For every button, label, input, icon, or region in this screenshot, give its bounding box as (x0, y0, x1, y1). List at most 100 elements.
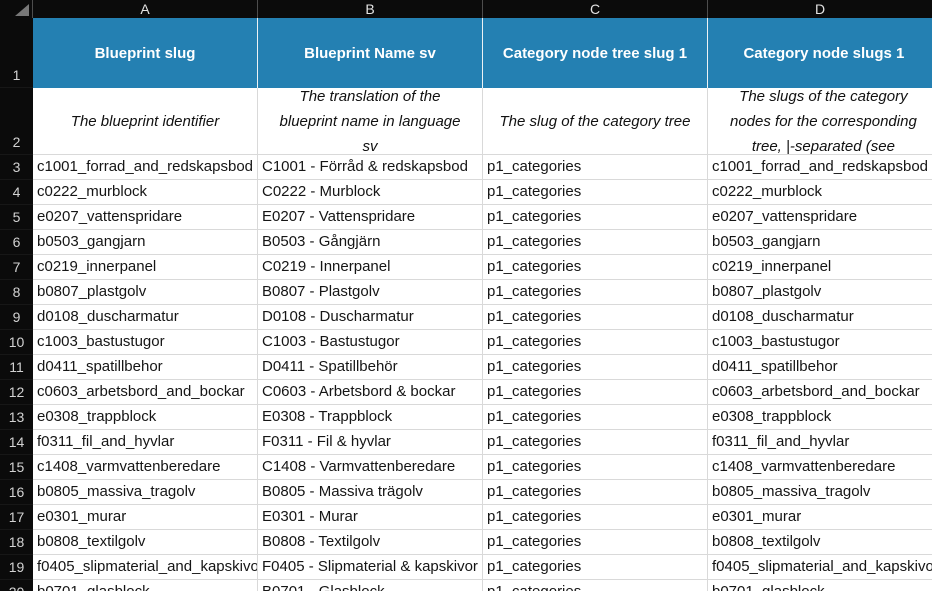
cell-B14[interactable]: F0311 - Fil & hyvlar (258, 430, 483, 455)
cell-B5[interactable]: E0207 - Vattenspridare (258, 205, 483, 230)
cell-D19[interactable]: f0405_slipmaterial_and_kapskivor (708, 555, 932, 580)
cell-A17[interactable]: e0301_murar (33, 505, 258, 530)
cell-C14[interactable]: p1_categories (483, 430, 708, 455)
cell-B20[interactable]: B0701 - Glasblock (258, 580, 483, 591)
cell-B15[interactable]: C1408 - Varmvattenberedare (258, 455, 483, 480)
row-header-16[interactable]: 16 (0, 480, 33, 505)
row-header-9[interactable]: 9 (0, 305, 33, 330)
cell-C5[interactable]: p1_categories (483, 205, 708, 230)
cell-D3[interactable]: c1001_forrad_and_redskapsbod (708, 155, 932, 180)
cell-D7[interactable]: c0219_innerpanel (708, 255, 932, 280)
row-header-4[interactable]: 4 (0, 180, 33, 205)
cell-A20[interactable]: b0701_glasblock (33, 580, 258, 591)
cell-B13[interactable]: E0308 - Trappblock (258, 405, 483, 430)
row-header-2[interactable]: 2 (0, 88, 33, 155)
cell-B19[interactable]: F0405 - Slipmaterial & kapskivor (258, 555, 483, 580)
cell-B2[interactable]: The translation of the blueprint name in… (258, 88, 483, 155)
cell-A12[interactable]: c0603_arbetsbord_and_bockar (33, 380, 258, 405)
cell-A13[interactable]: e0308_trappblock (33, 405, 258, 430)
cell-D4[interactable]: c0222_murblock (708, 180, 932, 205)
cell-C3[interactable]: p1_categories (483, 155, 708, 180)
row-header-8[interactable]: 8 (0, 280, 33, 305)
cell-A5[interactable]: e0207_vattenspridare (33, 205, 258, 230)
cell-D20[interactable]: b0701_glasblock (708, 580, 932, 591)
cell-C10[interactable]: p1_categories (483, 330, 708, 355)
column-header-D[interactable]: D (708, 0, 932, 18)
row-header-6[interactable]: 6 (0, 230, 33, 255)
cell-A4[interactable]: c0222_murblock (33, 180, 258, 205)
column-header-C[interactable]: C (483, 0, 708, 18)
cell-C12[interactable]: p1_categories (483, 380, 708, 405)
cell-D15[interactable]: c1408_varmvattenberedare (708, 455, 932, 480)
cell-D16[interactable]: b0805_massiva_tragolv (708, 480, 932, 505)
cell-B8[interactable]: B0807 - Plastgolv (258, 280, 483, 305)
row-header-3[interactable]: 3 (0, 155, 33, 180)
cell-B6[interactable]: B0503 - Gångjärn (258, 230, 483, 255)
cell-C17[interactable]: p1_categories (483, 505, 708, 530)
cell-A18[interactable]: b0808_textilgolv (33, 530, 258, 555)
cell-C2[interactable]: The slug of the category tree (483, 88, 708, 155)
cell-C16[interactable]: p1_categories (483, 480, 708, 505)
cell-C8[interactable]: p1_categories (483, 280, 708, 305)
row-header-14[interactable]: 14 (0, 430, 33, 455)
cell-B9[interactable]: D0108 - Duscharmatur (258, 305, 483, 330)
cell-C11[interactable]: p1_categories (483, 355, 708, 380)
row-header-18[interactable]: 18 (0, 530, 33, 555)
row-header-1[interactable]: 1 (0, 18, 33, 88)
cell-D14[interactable]: f0311_fil_and_hyvlar (708, 430, 932, 455)
cell-D11[interactable]: d0411_spatillbehor (708, 355, 932, 380)
cell-A11[interactable]: d0411_spatillbehor (33, 355, 258, 380)
cell-B18[interactable]: B0808 - Textilgolv (258, 530, 483, 555)
row-header-5[interactable]: 5 (0, 205, 33, 230)
cell-D17[interactable]: e0301_murar (708, 505, 932, 530)
cell-D12[interactable]: c0603_arbetsbord_and_bockar (708, 380, 932, 405)
cell-A16[interactable]: b0805_massiva_tragolv (33, 480, 258, 505)
column-header-A[interactable]: A (33, 0, 258, 18)
row-header-13[interactable]: 13 (0, 405, 33, 430)
cell-D1[interactable]: Category node slugs 1 (708, 18, 932, 88)
cell-A1[interactable]: Blueprint slug (33, 18, 258, 88)
cell-D5[interactable]: e0207_vattenspridare (708, 205, 932, 230)
column-header-B[interactable]: B (258, 0, 483, 18)
cell-B10[interactable]: C1003 - Bastustugor (258, 330, 483, 355)
cell-C13[interactable]: p1_categories (483, 405, 708, 430)
cell-C6[interactable]: p1_categories (483, 230, 708, 255)
cell-C18[interactable]: p1_categories (483, 530, 708, 555)
row-header-20[interactable]: 20 (0, 580, 33, 591)
cell-A7[interactable]: c0219_innerpanel (33, 255, 258, 280)
row-header-17[interactable]: 17 (0, 505, 33, 530)
cell-A19[interactable]: f0405_slipmaterial_and_kapskivor (33, 555, 258, 580)
cell-B7[interactable]: C0219 - Innerpanel (258, 255, 483, 280)
cell-A10[interactable]: c1003_bastustugor (33, 330, 258, 355)
cell-C15[interactable]: p1_categories (483, 455, 708, 480)
cell-B3[interactable]: C1001 - Förråd & redskapsbod (258, 155, 483, 180)
cell-A6[interactable]: b0503_gangjarn (33, 230, 258, 255)
row-header-11[interactable]: 11 (0, 355, 33, 380)
cell-A2[interactable]: The blueprint identifier (33, 88, 258, 155)
cell-A3[interactable]: c1001_forrad_and_redskapsbod (33, 155, 258, 180)
cell-C7[interactable]: p1_categories (483, 255, 708, 280)
row-header-12[interactable]: 12 (0, 380, 33, 405)
row-header-7[interactable]: 7 (0, 255, 33, 280)
cell-D9[interactable]: d0108_duscharmatur (708, 305, 932, 330)
cell-A14[interactable]: f0311_fil_and_hyvlar (33, 430, 258, 455)
cell-B12[interactable]: C0603 - Arbetsbord & bockar (258, 380, 483, 405)
cell-D6[interactable]: b0503_gangjarn (708, 230, 932, 255)
cell-D13[interactable]: e0308_trappblock (708, 405, 932, 430)
cell-C1[interactable]: Category node tree slug 1 (483, 18, 708, 88)
cell-B17[interactable]: E0301 - Murar (258, 505, 483, 530)
row-header-15[interactable]: 15 (0, 455, 33, 480)
cell-B16[interactable]: B0805 - Massiva trägolv (258, 480, 483, 505)
cell-B1[interactable]: Blueprint Name sv (258, 18, 483, 88)
cell-B11[interactable]: D0411 - Spatillbehör (258, 355, 483, 380)
row-header-10[interactable]: 10 (0, 330, 33, 355)
cell-C9[interactable]: p1_categories (483, 305, 708, 330)
cell-A15[interactable]: c1408_varmvattenberedare (33, 455, 258, 480)
cell-B4[interactable]: C0222 - Murblock (258, 180, 483, 205)
select-all-corner[interactable] (0, 0, 33, 18)
cell-D8[interactable]: b0807_plastgolv (708, 280, 932, 305)
cell-D18[interactable]: b0808_textilgolv (708, 530, 932, 555)
cell-D2[interactable]: The slugs of the category nodes for the … (708, 88, 932, 155)
cell-D10[interactable]: c1003_bastustugor (708, 330, 932, 355)
cell-C4[interactable]: p1_categories (483, 180, 708, 205)
